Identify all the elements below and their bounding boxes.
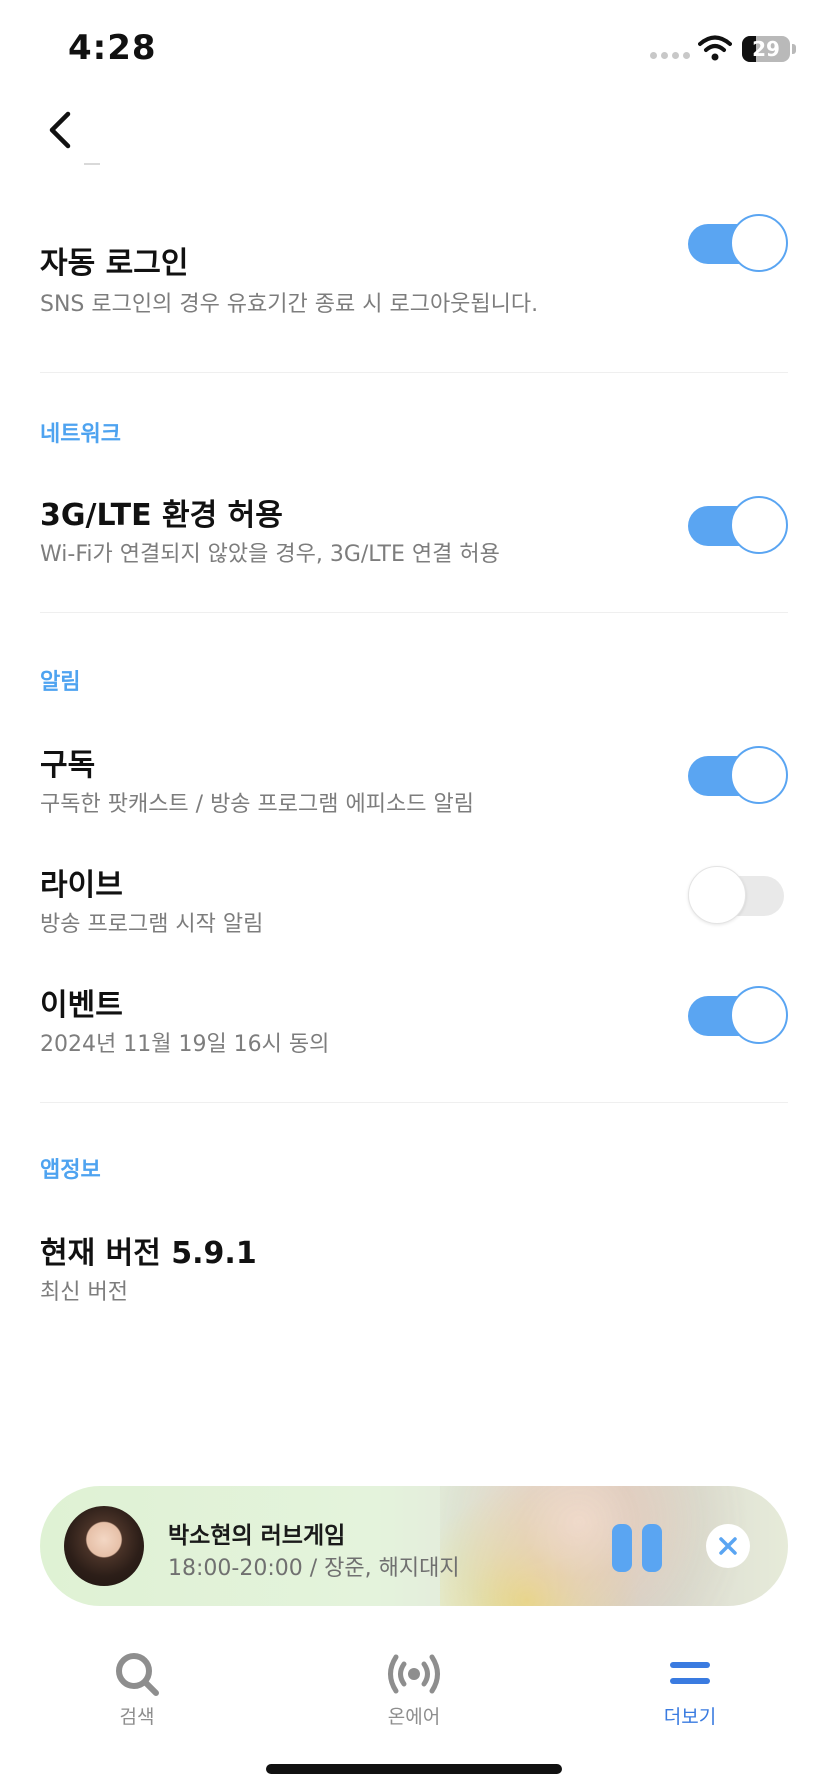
cellular-toggle[interactable] [688,496,788,556]
search-icon [116,1653,159,1696]
event-title: 이벤트 [40,988,123,1023]
divider [40,1102,788,1103]
close-player-button[interactable] [706,1524,750,1568]
live-toggle[interactable] [688,866,788,926]
player-subtitle: 18:00-20:00 / 장준, 해지대지 [168,1556,460,1581]
back-button[interactable] [36,106,84,154]
cellular-description: Wi-Fi가 연결되지 않았을 경우, 3G/LTE 연결 허용 [40,542,500,567]
divider [40,372,788,373]
subscribe-description: 구독한 팟캐스트 / 방송 프로그램 에피소드 알림 [40,792,474,817]
event-toggle[interactable] [688,986,788,1046]
toggle-knob [730,746,788,804]
subscribe-toggle[interactable] [688,746,788,806]
subscribe-title: 구독 [40,748,96,783]
status-time: 4:28 [68,28,157,68]
tab-label: 검색 [119,1706,155,1728]
section-label-app-info: 앱정보 [40,1158,101,1183]
pause-button[interactable] [612,1524,664,1572]
version-status: 최신 버전 [40,1280,128,1305]
tab-more[interactable]: 더보기 [630,1650,750,1730]
toggle-knob [730,496,788,554]
cellular-signal-icon [650,52,690,59]
version-title: 현재 버전 5.9.1 [40,1236,257,1271]
live-description: 방송 프로그램 시작 알림 [40,912,264,937]
auto-login-title: 자동 로그인 [40,246,189,281]
event-description: 2024년 11월 19일 16시 동의 [40,1032,330,1057]
chevron-left-icon [49,111,71,149]
section-label-notifications: 알림 [40,670,81,695]
section-label-network: 네트워크 [40,422,121,447]
mini-player[interactable]: 박소현의 러브게임 18:00-20:00 / 장준, 해지대지 [40,1486,788,1606]
live-title: 라이브 [40,868,123,903]
cellular-title: 3G/LTE 환경 허용 [40,498,283,533]
broadcast-icon [388,1654,440,1694]
auto-login-toggle[interactable] [688,214,788,274]
close-icon [719,1537,737,1555]
toggle-knob [730,214,788,272]
tab-search[interactable]: 검색 [77,1650,197,1730]
program-thumbnail [64,1506,144,1586]
tab-onair[interactable]: 온에어 [354,1650,474,1730]
battery-icon: 29 [742,36,790,62]
tab-label: 더보기 [663,1706,717,1728]
menu-icon [670,1662,710,1684]
toggle-knob [688,866,746,924]
wifi-icon [698,35,732,61]
battery-level: 29 [752,37,780,61]
status-bar: 4:28 29 [0,0,828,100]
home-indicator [266,1764,562,1774]
divider [40,612,788,613]
header-title-placeholder [84,163,100,165]
auto-login-description: SNS 로그인의 경우 유효기간 종료 시 로그아웃됩니다. [40,292,539,317]
tab-label: 온에어 [387,1706,441,1728]
battery-tip [792,44,796,54]
player-title: 박소현의 러브게임 [168,1523,346,1549]
toggle-knob [730,986,788,1044]
